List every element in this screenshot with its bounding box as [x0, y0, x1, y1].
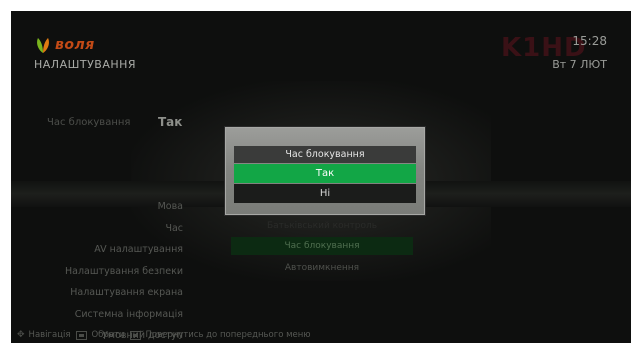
navigation-arrows-icon: ✥ — [17, 330, 25, 340]
leaf-icon — [34, 36, 52, 54]
page-title: НАЛАШТУВАННЯ — [34, 58, 137, 71]
lock-time-value: Так — [158, 115, 183, 129]
settings-menu: Мова Час AV налаштування Налаштування бе… — [11, 196, 221, 343]
submenu-item-auto-off[interactable]: Автовимкнення — [231, 259, 413, 277]
footer-hints: ✥ Навігація Обрати Повернутись до попере… — [11, 327, 631, 343]
clock-date: Вт 7 ЛЮТ — [552, 58, 607, 71]
menu-item-av-settings[interactable]: AV налаштування — [11, 239, 221, 261]
brand-logo: воля — [34, 36, 95, 54]
navigate-hint: Навігація — [28, 330, 71, 340]
security-submenu: Час блокування Автовимкнення — [231, 237, 413, 281]
select-hint: Обрати — [91, 330, 125, 340]
submenu-partial-item[interactable]: Батьківський контроль — [232, 219, 412, 233]
dialog-title: Час блокування — [234, 146, 416, 163]
lock-time-label: Час блокування — [47, 117, 131, 128]
menu-item-language[interactable]: Мова — [11, 196, 221, 218]
back-key-icon — [130, 330, 142, 340]
dialog-option-no[interactable]: Ні — [234, 184, 416, 203]
tv-screen: воля НАЛАШТУВАННЯ K1HD 15:28 Вт 7 ЛЮТ Ча… — [11, 11, 631, 343]
brand-name: воля — [55, 37, 95, 53]
menu-item-screen-settings[interactable]: Налаштування екрана — [11, 282, 221, 304]
menu-item-time[interactable]: Час — [11, 218, 221, 240]
submenu-item-lock-time[interactable]: Час блокування — [231, 237, 413, 255]
lock-time-dialog: Час блокування Так Ні — [225, 127, 425, 215]
dialog-option-yes[interactable]: Так — [234, 164, 416, 183]
ok-key-icon — [76, 330, 88, 340]
clock-time: 15:28 — [572, 34, 607, 48]
back-hint: Повернутись до попереднього меню — [145, 330, 311, 340]
menu-item-security-settings[interactable]: Налаштування безпеки — [11, 261, 221, 283]
menu-item-system-info[interactable]: Системна інформація — [11, 304, 221, 326]
